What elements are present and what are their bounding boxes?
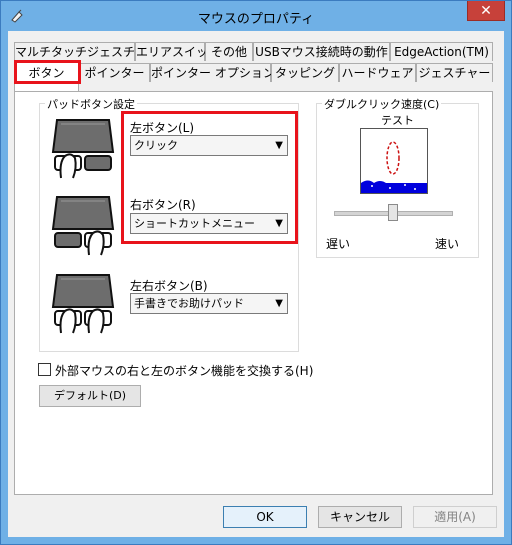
tab-multitouch-gesture[interactable]: マルチタッチジェスチャー	[14, 42, 159, 61]
touchpad-left-button-icon	[51, 119, 115, 179]
window-title: マウスのプロパティ	[197, 12, 315, 27]
close-button[interactable]: ✕	[467, 1, 505, 21]
both-buttons-label: 左右ボタン(B)	[130, 279, 208, 293]
touchpad-both-buttons-icon	[51, 274, 115, 334]
tab-area-switch[interactable]: エリアスイッチ	[135, 42, 220, 61]
double-click-test-area[interactable]	[360, 128, 428, 194]
tab-pointer[interactable]: ポインター	[79, 63, 150, 82]
cancel-button[interactable]: キャンセル	[318, 506, 402, 528]
highlight-selected-tab	[14, 60, 81, 84]
touchpad-right-button-icon	[51, 196, 115, 256]
mouse-properties-window: マウスのプロパティ ✕ マルチタッチジェスチャー エリアスイッチ その他 USB…	[0, 0, 512, 545]
chevron-down-icon: ▼	[275, 298, 283, 309]
ok-button[interactable]: OK	[223, 506, 307, 528]
fast-label: 速い	[435, 237, 460, 251]
both-buttons-select-value: 手書きでお助けパッド	[134, 297, 244, 310]
test-area-label: テスト	[381, 114, 414, 127]
highlight-button-settings	[121, 111, 298, 244]
pad-buttons-group-label: パッドボタン設定	[45, 96, 137, 112]
swap-buttons-checkbox[interactable]	[38, 363, 51, 376]
default-button[interactable]: デフォルト(D)	[39, 385, 141, 407]
tab-tapping[interactable]: タッピング	[271, 63, 339, 82]
tab-hardware[interactable]: ハードウェア	[339, 63, 416, 82]
both-buttons-select[interactable]: 手書きでお助けパッド ▼	[130, 293, 288, 314]
swap-buttons-label: 外部マウスの右と左のボタン機能を交換する(H)	[55, 364, 314, 378]
double-click-speed-thumb[interactable]	[388, 204, 398, 221]
title-bar: マウスのプロパティ ✕	[1, 1, 511, 31]
tab-edgeaction[interactable]: EdgeAction(TM)	[390, 42, 493, 61]
tab-other[interactable]: その他	[205, 42, 253, 61]
slow-label: 遅い	[326, 237, 351, 251]
tab-gesture[interactable]: ジェスチャー	[416, 63, 493, 82]
tab-usb-mouse[interactable]: USBマウス接続時の動作	[253, 42, 390, 61]
double-click-speed-label: ダブルクリック速度(C)	[322, 96, 442, 112]
apply-button[interactable]: 適用(A)	[413, 506, 497, 528]
tab-pointer-options[interactable]: ポインター オプション	[150, 63, 275, 82]
